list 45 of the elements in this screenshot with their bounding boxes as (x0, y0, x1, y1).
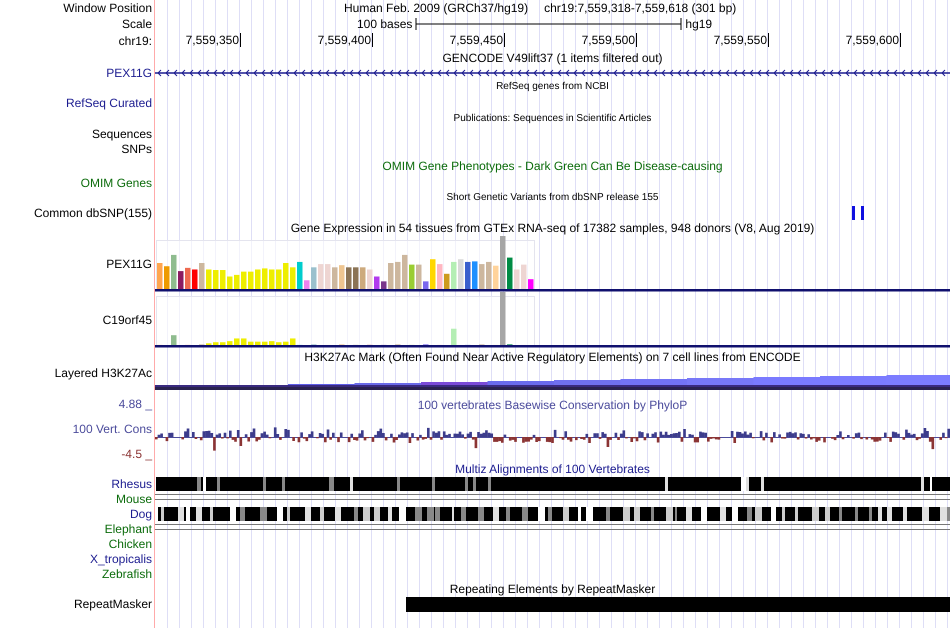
track-title: RefSeq genes from NCBI (496, 80, 609, 94)
assembly-label: hg19 (685, 17, 712, 31)
species-label[interactable]: Rhesus (111, 476, 152, 490)
ruler-tick: 7,559,600 (846, 33, 901, 47)
track-label[interactable]: RefSeq Curated (66, 96, 152, 110)
ruler-tick: 7,559,450 (450, 33, 505, 47)
assembly-title: Human Feb. 2009 (GRCh37/hg19) (344, 1, 528, 15)
ruler-tick: 7,559,350 (186, 33, 241, 47)
track-title: GENCODE V49lift37 (1 items filtered out) (442, 51, 663, 65)
variant-mark (852, 206, 855, 220)
chromosome-label: chr19: (118, 34, 152, 48)
axis-max-label: 4.88 _ (118, 397, 152, 411)
scale-length: 100 bases (357, 17, 412, 31)
track-title: H3K27Ac Mark (Often Found Near Active Regulatory Elements) on 7 cell lines from ENCODE (304, 350, 801, 364)
track-label[interactable]: SNPs (121, 142, 152, 156)
track-label[interactable]: Common dbSNP(155) (34, 206, 152, 220)
track-label[interactable]: Layered H3K27Ac (54, 366, 152, 380)
species-label[interactable]: Elephant (104, 522, 152, 536)
track-title: Short Genetic Variants from dbSNP release 155 (446, 191, 658, 205)
track-title: Publications: Sequences in Scientific Articles (454, 112, 652, 126)
track-label[interactable]: PEX11G (106, 257, 152, 271)
axis-min-label: -4.5 _ (121, 447, 152, 461)
track-label[interactable]: 100 Vert. Cons (72, 422, 152, 436)
track-title: Gene Expression in 54 tissues from GTEx RNA-seq of 17382 samples, 948 donors (V8, Aug 2019) (290, 221, 814, 235)
row-label: Scale (122, 17, 152, 31)
species-label[interactable]: Mouse (116, 492, 152, 506)
variant-mark (861, 206, 864, 220)
track-label[interactable]: RepeatMasker (74, 597, 152, 611)
species-label[interactable]: X_tropicalis (90, 552, 152, 566)
track-title: OMIM Gene Phenotypes - Dark Green Can Be Disease-causing (382, 159, 723, 173)
position-text: chr19:7,559,318-7,559,618 (301 bp) (544, 1, 736, 15)
species-label[interactable]: Dog (130, 506, 152, 520)
track-label[interactable]: PEX11G (106, 66, 152, 80)
row-label: Window Position (63, 1, 152, 15)
ruler-tick: 7,559,550 (714, 33, 769, 47)
track-title: Repeating Elements by RepeatMasker (450, 582, 656, 596)
track-title: Multiz Alignments of 100 Vertebrates (455, 462, 650, 476)
track-label[interactable]: C19orf45 (102, 313, 152, 327)
ruler-tick: 7,559,500 (582, 33, 637, 47)
track-label[interactable]: OMIM Genes (80, 176, 152, 190)
species-label[interactable]: Zebrafish (102, 566, 152, 580)
species-label[interactable]: Chicken (108, 536, 152, 550)
ruler-tick: 7,559,400 (318, 33, 373, 47)
track-label[interactable]: Sequences (92, 127, 152, 141)
track-title: 100 vertebrates Basewise Conservation by PhyloP (418, 398, 688, 412)
